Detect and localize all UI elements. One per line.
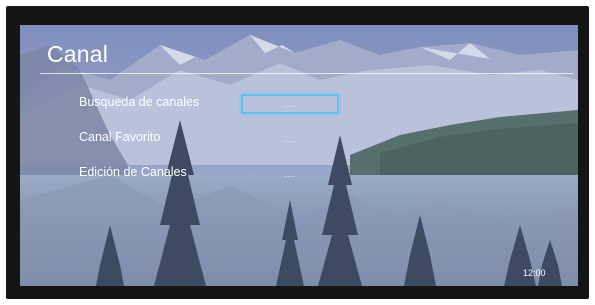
channel-search-value-button[interactable]: ... bbox=[241, 94, 339, 114]
menu-item-channel-edit[interactable]: Edición de Canales bbox=[79, 165, 187, 179]
title-divider bbox=[40, 73, 573, 74]
favorite-channel-value-button[interactable]: ... bbox=[241, 129, 339, 149]
menu-item-channel-search[interactable]: Busqueda de canales bbox=[79, 95, 199, 109]
channel-edit-value-button[interactable]: ... bbox=[241, 164, 339, 184]
menu-item-favorite-channel[interactable]: Canal Favorito bbox=[79, 130, 160, 144]
clock-time: 12:00 bbox=[523, 268, 546, 278]
page-title: Canal bbox=[47, 41, 109, 67]
tv-screen: Canal Busqueda de canales ... Canal Favo… bbox=[20, 25, 578, 286]
